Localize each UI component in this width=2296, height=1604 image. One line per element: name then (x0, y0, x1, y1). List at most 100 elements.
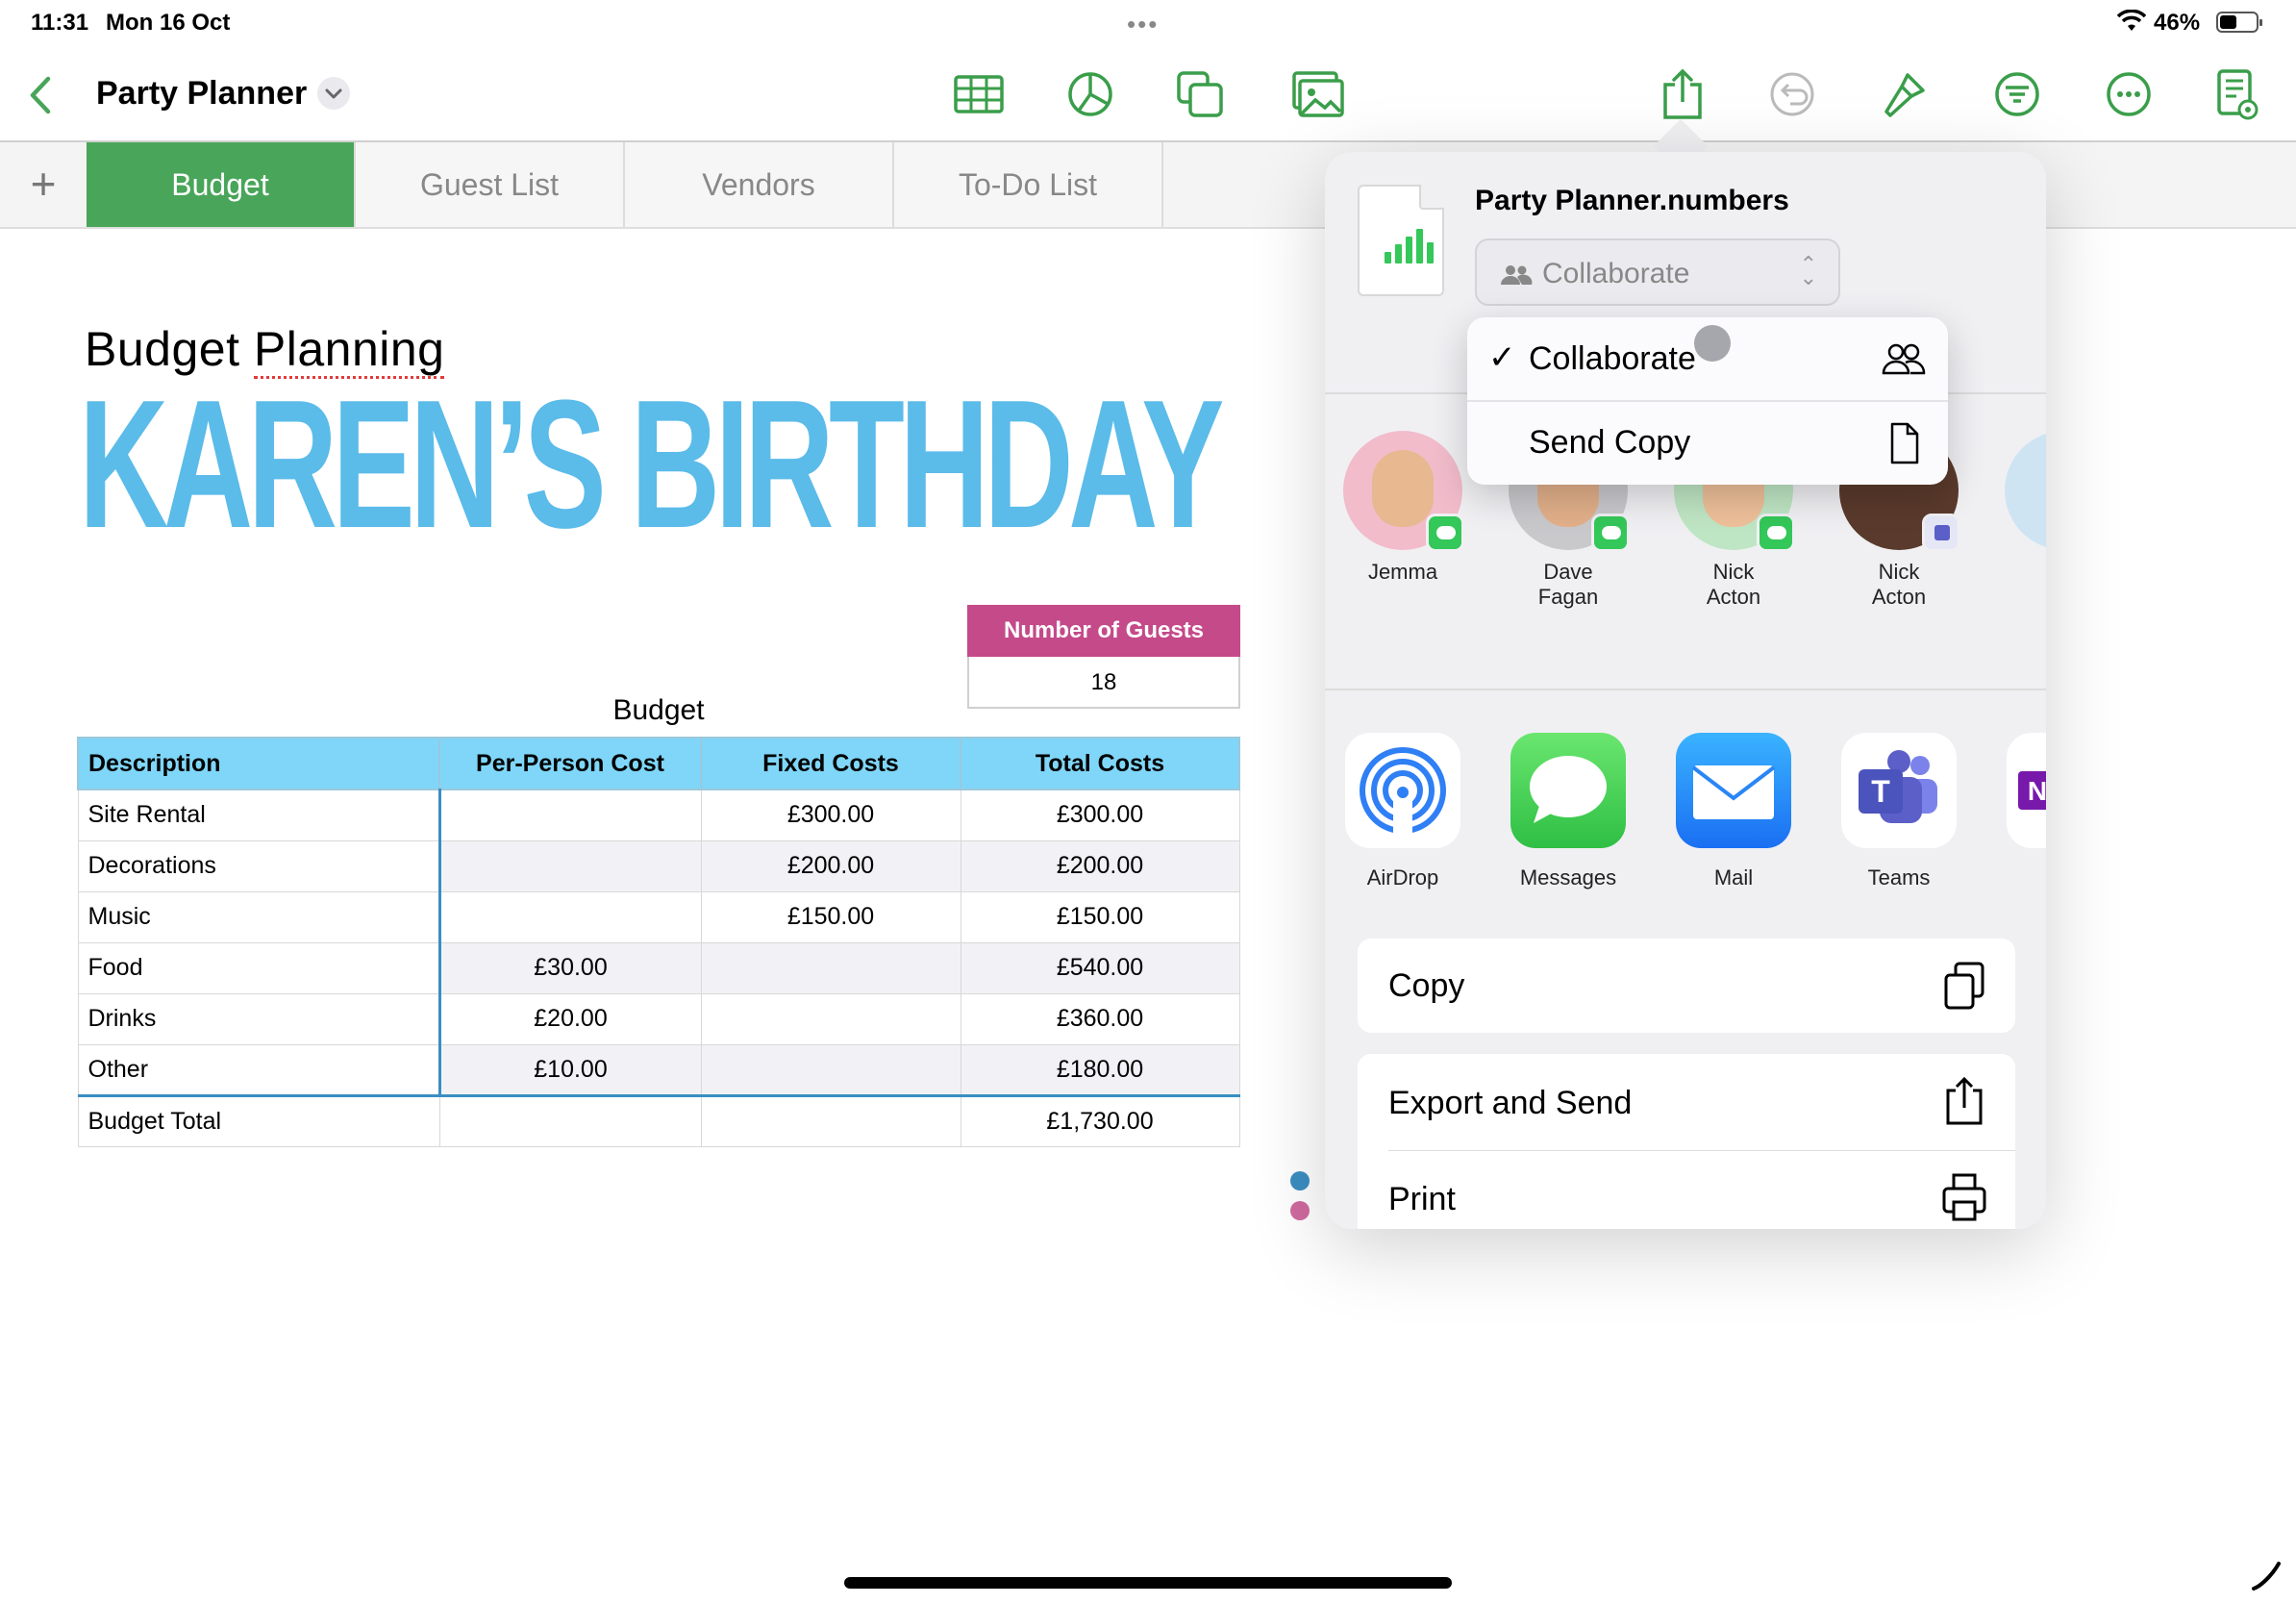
table-cell[interactable]: £360.00 (960, 992, 1240, 1045)
table-cell[interactable]: Site Rental (77, 789, 441, 841)
table-cell[interactable]: Music (77, 890, 441, 943)
guests-table-header[interactable]: Number of Guests (967, 605, 1240, 657)
touch-indicator (1694, 325, 1731, 362)
table-cell[interactable]: £1,730.00 (960, 1094, 1240, 1147)
tab-to-do-list[interactable]: To-Do List (894, 142, 1163, 227)
pencil-icon[interactable] (2250, 1560, 2283, 1597)
table-cell[interactable]: Decorations (77, 840, 441, 892)
table-cell[interactable]: £150.00 (960, 890, 1240, 943)
table-cell[interactable] (700, 1043, 961, 1097)
event-title[interactable]: KAREN’S BIRTHDAY (79, 373, 1224, 556)
table-cell[interactable] (700, 992, 961, 1045)
contact-surname: Acton (1706, 585, 1761, 609)
undo-icon[interactable] (1765, 67, 1819, 121)
share-app-airdrop[interactable]: AirDrop (1340, 733, 1465, 890)
copy-action[interactable]: Copy (1358, 939, 2015, 1033)
svg-text:N: N (2028, 776, 2046, 806)
table-cell[interactable] (438, 840, 702, 892)
table-header-row: Description Per-Person Cost Fixed Costs … (77, 737, 1240, 790)
table-row: Music £150.00 £150.00 (77, 890, 1240, 943)
table-icon[interactable] (952, 67, 1006, 121)
guests-count-cell[interactable]: 18 (967, 657, 1240, 709)
app-label: Mail (1713, 865, 1754, 890)
contact-surname: Fagan (1537, 585, 1599, 609)
mail-icon (1676, 733, 1791, 848)
tab-vendors[interactable]: Vendors (625, 142, 894, 227)
teams-badge-icon (1922, 514, 1960, 552)
action-label: Export and Send (1388, 1085, 1633, 1121)
table-cell[interactable]: £30.00 (438, 941, 702, 994)
menu-item-send-copy[interactable]: Send Copy (1467, 401, 1948, 485)
table-cell[interactable] (438, 1094, 702, 1147)
column-header[interactable]: Fixed Costs (700, 737, 961, 790)
shapes-icon[interactable] (1173, 67, 1227, 121)
column-header[interactable]: Per-Person Cost (438, 737, 702, 790)
budget-table[interactable]: Description Per-Person Cost Fixed Costs … (77, 737, 1240, 1147)
share-contact[interactable]: E F (2002, 431, 2046, 610)
document-title[interactable]: Party Planner (96, 75, 307, 113)
status-date: Mon 16 Oct (106, 10, 231, 36)
contact-surname: Acton (1871, 585, 1927, 609)
contact-name: Nick (1878, 560, 1920, 584)
table-cell[interactable]: £540.00 (960, 941, 1240, 994)
avatar (2005, 431, 2046, 550)
table-cell[interactable]: Other (77, 1043, 441, 1097)
more-icon[interactable] (2102, 67, 2156, 121)
table-cell[interactable]: £300.00 (700, 789, 961, 841)
table-cell[interactable]: £200.00 (700, 840, 961, 892)
table-cell[interactable] (700, 941, 961, 994)
menu-item-label: Send Copy (1529, 424, 1691, 461)
table-cell[interactable]: £10.00 (438, 1043, 702, 1097)
budget-table-caption[interactable]: Budget (596, 694, 721, 727)
add-sheet-button[interactable]: + (0, 142, 87, 227)
app-label: Teams (1867, 865, 1931, 890)
table-cell[interactable]: Drinks (77, 992, 441, 1045)
messages-badge-icon (1757, 514, 1795, 552)
multitasking-dots-icon[interactable]: ••• (1127, 10, 1159, 39)
share-icon[interactable] (1656, 67, 1710, 121)
printer-icon (1940, 1171, 1988, 1223)
share-mode-select[interactable]: Collaborate ⌃ ⌄ (1475, 238, 1840, 306)
table-row: Decorations £200.00 £200.00 (77, 840, 1240, 892)
share-app-messages[interactable]: Messages (1506, 733, 1631, 890)
share-sheet: Party Planner.numbers Collaborate ⌃ ⌄ Jem… (1325, 152, 2046, 1229)
export-and-send-action[interactable]: Export and Send (1358, 1054, 2015, 1150)
share-app-onenote[interactable]: N Or (2002, 733, 2046, 890)
airdrop-icon (1345, 733, 1460, 848)
collaborator-cursor-blue (1290, 1171, 1310, 1190)
export-icon (1940, 1075, 1988, 1127)
filter-icon[interactable] (1990, 67, 2044, 121)
app-label: AirDrop (1366, 865, 1439, 890)
column-header[interactable]: Total Costs (960, 737, 1240, 790)
tab-budget[interactable]: Budget (87, 142, 356, 227)
table-cell[interactable] (700, 1094, 961, 1147)
table-cell[interactable]: Food (77, 941, 441, 994)
column-header[interactable]: Description (77, 737, 440, 790)
print-action[interactable]: Print (1358, 1150, 2015, 1229)
home-indicator[interactable] (844, 1577, 1452, 1589)
table-cell[interactable] (438, 890, 702, 943)
table-cell[interactable] (438, 789, 702, 841)
back-button[interactable] (23, 73, 58, 117)
table-cell[interactable]: £180.00 (960, 1043, 1240, 1097)
media-icon[interactable] (1290, 67, 1344, 121)
table-cell[interactable]: £200.00 (960, 840, 1240, 892)
reader-view-icon[interactable] (2209, 67, 2263, 121)
table-cell[interactable]: £300.00 (960, 789, 1240, 841)
chevron-down-icon[interactable] (317, 77, 350, 110)
avatar (1343, 431, 1464, 552)
table-row: Food £30.00 £540.00 (77, 941, 1240, 994)
messages-icon (1510, 733, 1626, 848)
teams-icon: T (1841, 733, 1957, 848)
share-app-teams[interactable]: T Teams (1836, 733, 1961, 890)
table-cell[interactable]: £150.00 (700, 890, 961, 943)
table-cell[interactable]: £20.00 (438, 992, 702, 1045)
share-app-mail[interactable]: Mail (1671, 733, 1796, 890)
table-cell[interactable]: Budget Total (77, 1094, 440, 1147)
tab-guest-list[interactable]: Guest List (356, 142, 625, 227)
share-mode-value: Collaborate (1542, 258, 1690, 289)
document-icon (1881, 420, 1927, 466)
share-contact[interactable]: Jemma (1340, 431, 1465, 585)
chart-icon[interactable] (1063, 67, 1117, 121)
format-brush-icon[interactable] (1877, 67, 1931, 121)
